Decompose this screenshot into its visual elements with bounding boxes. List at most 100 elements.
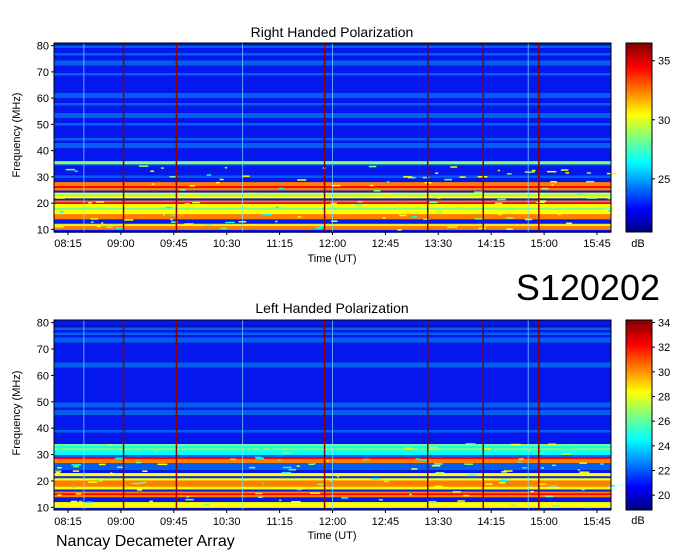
speckle xyxy=(184,203,190,205)
speckle xyxy=(220,227,227,230)
speckle xyxy=(587,197,597,199)
speckle xyxy=(162,214,166,216)
x-tick-label: 10:30 xyxy=(213,516,241,528)
speckle xyxy=(545,495,554,498)
speckle xyxy=(151,183,155,185)
speckle xyxy=(409,493,412,496)
speckle xyxy=(495,202,503,205)
speckle xyxy=(372,478,380,480)
panel-top-ylabel: Frequency (MHz) xyxy=(11,93,23,178)
speckle xyxy=(579,462,587,464)
speckle xyxy=(412,215,418,218)
speckle xyxy=(98,463,106,466)
speckle xyxy=(96,225,101,228)
speckle xyxy=(562,453,571,455)
speckle xyxy=(186,496,190,498)
speckle xyxy=(242,175,250,177)
speckle xyxy=(128,504,138,507)
speckle xyxy=(577,469,581,471)
speckle xyxy=(369,184,374,187)
speckle xyxy=(297,216,302,218)
speckle xyxy=(275,220,278,223)
speckle xyxy=(450,166,458,168)
x-tick-label: 11:15 xyxy=(266,516,293,528)
speckle xyxy=(558,213,561,216)
colorbar xyxy=(625,319,653,511)
speckle xyxy=(436,211,442,214)
spectrogram-figure: Right Handed Polarization 10 20 30 40 50 60 70… xyxy=(11,24,670,550)
y-tick-label: 60 xyxy=(37,93,49,105)
speckle xyxy=(326,459,329,462)
speckle xyxy=(444,178,453,181)
speckle xyxy=(281,471,292,474)
speckle xyxy=(70,500,78,503)
speckle xyxy=(279,499,282,502)
speckle xyxy=(132,482,142,485)
colorbar-tick-label: 32 xyxy=(658,342,670,354)
speckle xyxy=(336,475,339,478)
speckle xyxy=(330,202,337,205)
colorbar-tick-label: 25 xyxy=(658,174,670,186)
speckle xyxy=(475,196,481,198)
speckle xyxy=(154,450,159,452)
speckle xyxy=(608,485,616,487)
speckle xyxy=(586,172,592,174)
speckle xyxy=(288,468,297,471)
speckle xyxy=(55,471,61,474)
speckle xyxy=(530,490,534,493)
speckle xyxy=(500,479,509,482)
colorbar-tick-label: 35 xyxy=(658,56,670,68)
panel-bottom-colorbar-unit: dB xyxy=(631,515,644,527)
speckle xyxy=(510,504,517,507)
x-tick-label: 08:15 xyxy=(54,238,82,250)
panel-top-colorbar-unit: dB xyxy=(631,238,644,250)
speckle xyxy=(566,222,573,225)
speckle xyxy=(329,480,333,482)
speckle xyxy=(297,179,307,181)
colorbar-tick-label: 20 xyxy=(658,490,670,502)
speckle xyxy=(224,166,228,169)
speckle xyxy=(71,464,81,466)
speckle xyxy=(255,492,263,495)
speckle xyxy=(550,181,557,183)
speckle xyxy=(136,489,143,491)
speckle xyxy=(362,458,370,461)
speckle xyxy=(382,217,386,219)
speckle xyxy=(485,483,493,485)
speckle xyxy=(552,464,556,467)
speckle xyxy=(71,486,78,489)
speckle xyxy=(431,464,441,467)
speckle xyxy=(341,497,349,499)
speckle xyxy=(436,197,441,199)
speckle xyxy=(88,202,92,204)
speckle xyxy=(139,505,146,507)
x-tick-label: 14:15 xyxy=(477,516,505,528)
speckle xyxy=(444,453,454,455)
y-tick-label: 50 xyxy=(37,119,49,131)
colorbar-tick-label: 22 xyxy=(658,466,670,478)
x-tick-label: 10:30 xyxy=(213,238,241,250)
speckle xyxy=(262,213,272,216)
speckle xyxy=(283,466,292,469)
colorbar-tick-label: 26 xyxy=(658,416,670,428)
speckle xyxy=(424,505,427,507)
x-tick-label: 14:15 xyxy=(477,238,505,250)
speckle xyxy=(399,214,407,217)
speckle xyxy=(187,193,194,195)
speckle xyxy=(123,219,134,221)
speckle xyxy=(464,463,474,465)
speckle xyxy=(459,176,466,178)
x-tick-label: 09:00 xyxy=(107,516,135,528)
y-tick-label: 20 xyxy=(37,198,49,210)
x-tick-label: 12:45 xyxy=(372,238,400,250)
speckle xyxy=(115,457,124,460)
speckle xyxy=(497,198,506,201)
observation-id: S120202 xyxy=(516,267,660,308)
speckle xyxy=(78,500,83,503)
speckle xyxy=(497,169,500,172)
y-tick-label: 80 xyxy=(37,318,49,330)
speckle xyxy=(90,221,94,223)
speckle xyxy=(579,471,590,473)
speckle xyxy=(563,450,574,453)
x-tick-label: 15:45 xyxy=(583,516,611,528)
